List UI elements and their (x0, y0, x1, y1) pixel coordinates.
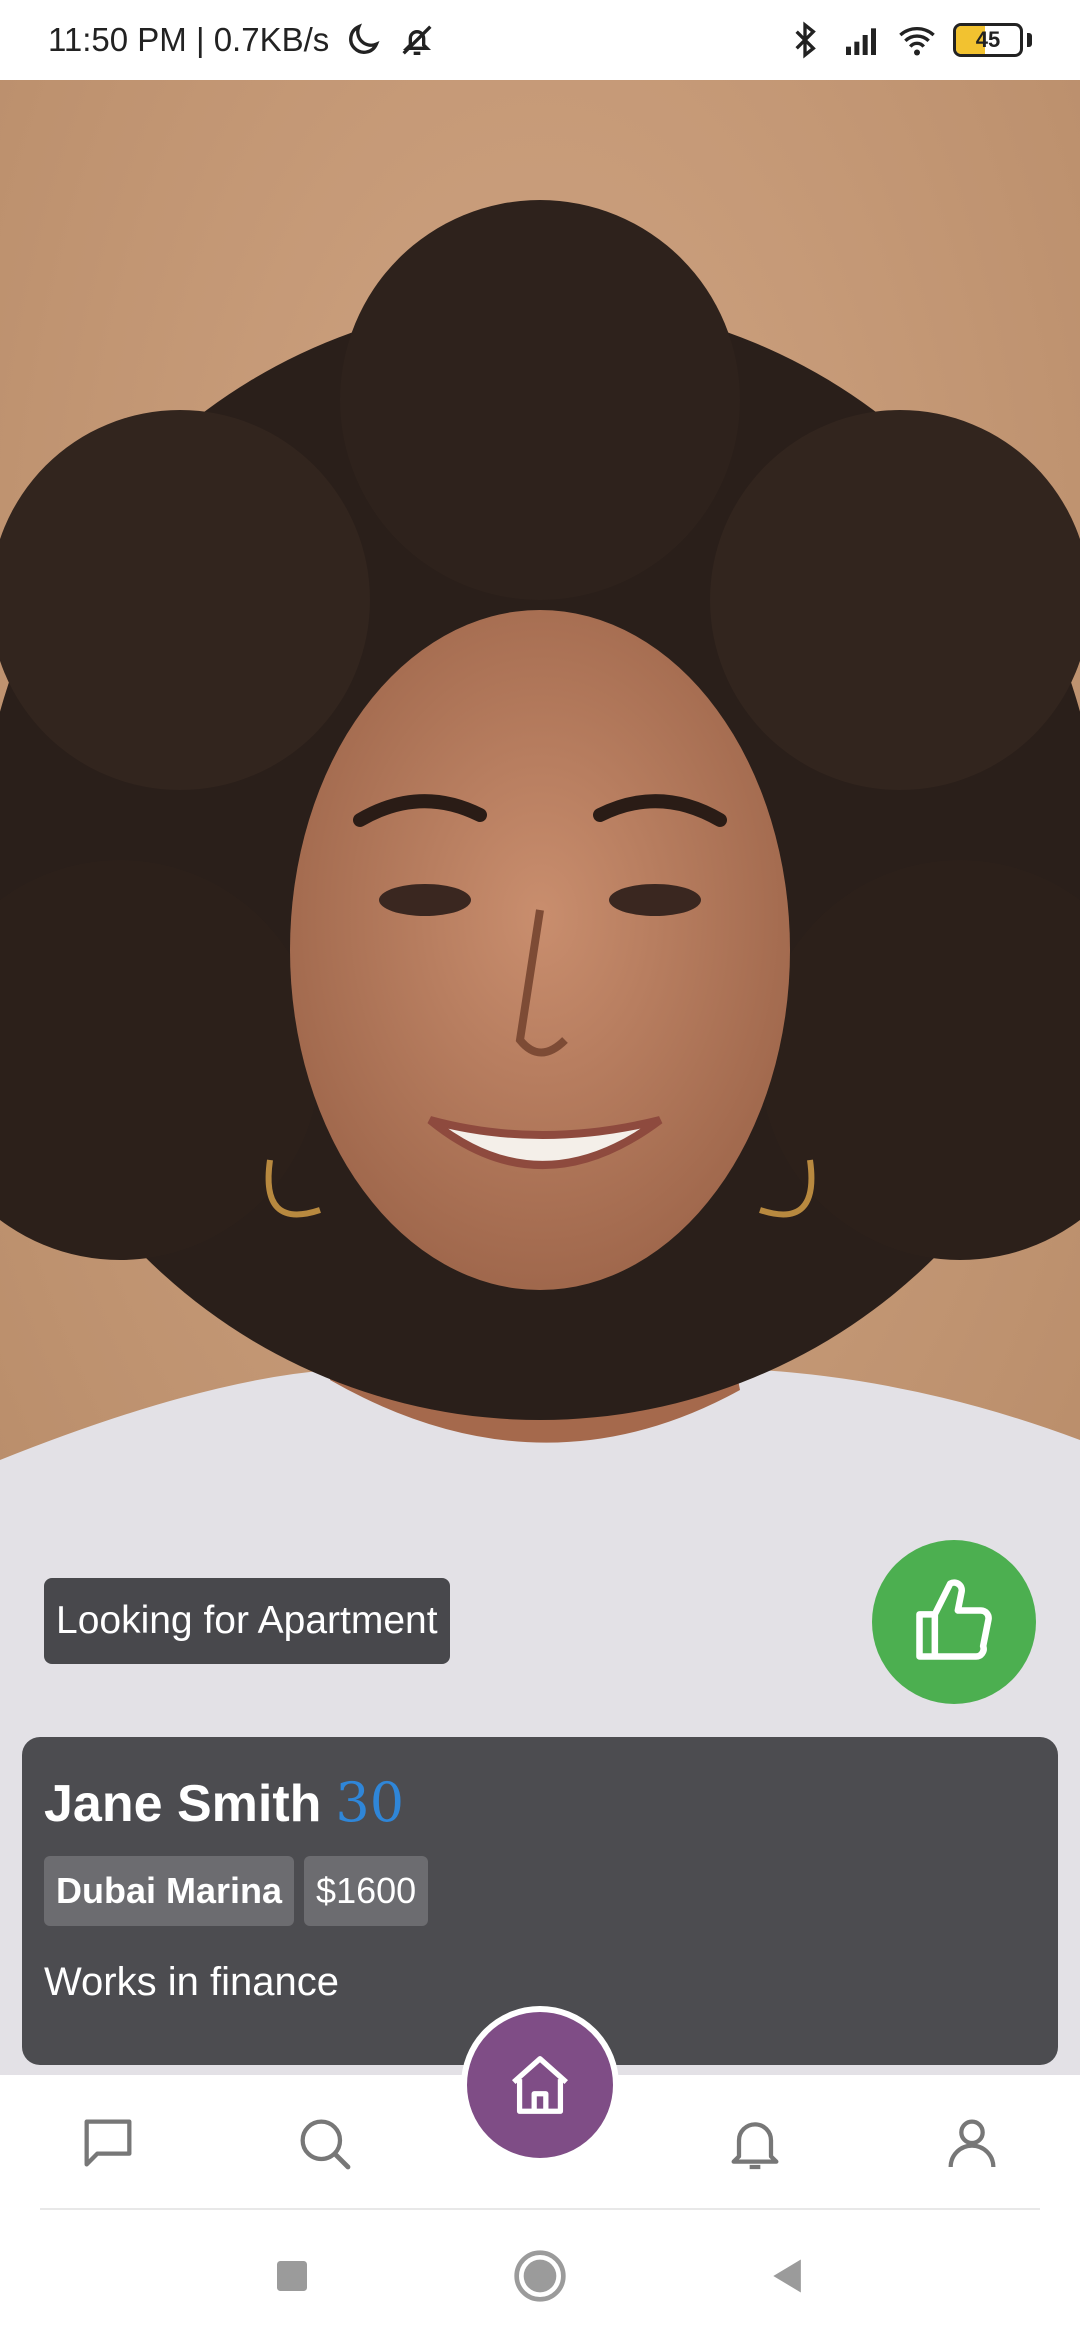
moon-icon (349, 23, 380, 54)
name-row: Jane Smith 30 (44, 1771, 1036, 1834)
system-home-button[interactable] (512, 2248, 568, 2304)
nav-home-button[interactable] (461, 2006, 619, 2164)
profile-icon (948, 2119, 996, 2168)
square-icon (277, 2261, 307, 2291)
profile-chips: Dubai Marina $1600 (44, 1856, 1036, 1926)
nav-divider (40, 2208, 1040, 2210)
back-button[interactable] (760, 2248, 816, 2304)
status-bar: 11:50 PM | 0.7KB/s 45 (0, 0, 1080, 80)
system-nav-bar (0, 2212, 1080, 2340)
nav-chat[interactable] (76, 2111, 140, 2175)
like-button[interactable] (872, 1540, 1036, 1704)
thumbs-up-icon (916, 1579, 992, 1660)
battery-tip (1027, 33, 1032, 47)
home-icon (512, 2056, 568, 2114)
profile-name: Jane Smith (44, 1775, 322, 1833)
bell-icon (731, 2122, 779, 2170)
looking-for-tag: Looking for Apartment (44, 1578, 450, 1664)
bell-off-icon (402, 25, 432, 55)
profile-bio: Works in finance (44, 1960, 339, 2004)
status-time-speed: 11:50 PM | 0.7KB/s (48, 21, 330, 58)
location-chip: Dubai Marina (44, 1856, 295, 1926)
status-left: 11:50 PM | 0.7KB/s (48, 20, 437, 60)
search-icon (300, 2119, 351, 2170)
signal-icon (846, 28, 876, 55)
back-triangle-icon (773, 2259, 801, 2293)
wifi-icon (899, 27, 935, 56)
profile-age: 30 (335, 1771, 405, 1834)
circle-icon (514, 2250, 566, 2302)
recent-apps-button[interactable] (264, 2248, 320, 2304)
bluetooth-icon (795, 21, 816, 59)
nav-profile[interactable] (940, 2111, 1004, 2175)
budget-chip: $1600 (304, 1856, 429, 1926)
battery-icon: 45 (953, 23, 1023, 57)
nav-notifications[interactable] (723, 2111, 787, 2175)
nav-search[interactable] (292, 2111, 356, 2175)
battery-level: 45 (975, 27, 1001, 52)
chat-icon (84, 2119, 132, 2167)
status-right: 45 (785, 20, 1032, 60)
